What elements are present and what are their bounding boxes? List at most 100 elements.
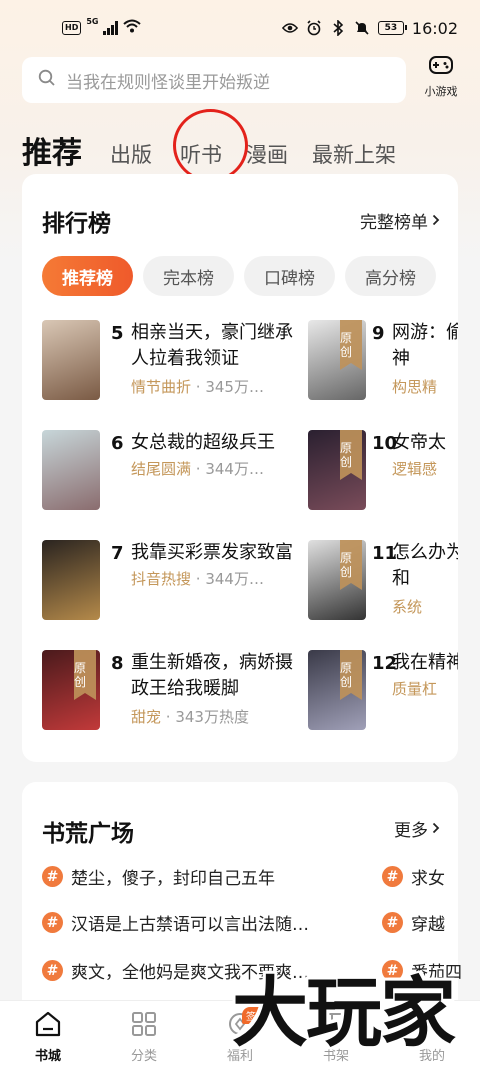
hashtag-icon: # — [42, 960, 63, 981]
book-title: 网游：偷窃神 — [392, 322, 458, 369]
ranking-list-right: 原创9网游：偷窃神构思精原创10女帝太逻辑感原创11怎么办为我和系统原创12我在… — [308, 320, 458, 760]
chevron-right-icon — [432, 819, 440, 839]
book-tag: 结尾圆满 — [131, 460, 192, 478]
full-ranking-label: 完整榜单 — [360, 213, 428, 233]
tab-new-release[interactable]: 最新上架 — [312, 139, 396, 172]
hashtag-icon: # — [382, 866, 403, 887]
book-meta: 结尾圆满 · 344万… — [131, 458, 264, 479]
ranking-book-item[interactable]: 原创 12 我在精神 质量杠 — [308, 650, 458, 760]
plaza-title: 书荒广场 — [42, 821, 134, 847]
original-badge: 原创 — [340, 430, 362, 480]
gamepad-icon — [428, 54, 454, 80]
mini-game-button[interactable]: 小游戏 — [418, 54, 464, 99]
book-meta: 抖音热搜 · 344万… — [131, 568, 264, 589]
tab-recommend[interactable]: 推荐 — [22, 128, 82, 172]
book-tag: 构思精 — [392, 378, 438, 396]
nav-category-label: 分类 — [130, 1049, 157, 1064]
book-cover-image: 原创 — [308, 320, 366, 400]
book-title: 女帝太 — [392, 432, 446, 453]
tab-comic[interactable]: 漫画 — [246, 139, 288, 172]
book-tag: 逻辑感 — [392, 460, 438, 478]
book-title: 相亲当天，豪门继承人拉着我领证 — [131, 322, 293, 369]
eye-icon — [281, 20, 298, 36]
ranking-book-item[interactable]: 原创 8 重生新婚夜，病娇摄政王给我暖脚甜宠 · 343万热度 — [42, 650, 307, 760]
ranking-book-item[interactable]: 6 女总裁的超级兵王 结尾圆满 · 344万… — [42, 430, 307, 540]
book-meta: 甜宠 · 343万热度 — [131, 706, 249, 727]
search-row: 当我在规则怪谈里开始叛逆 小游戏 — [22, 56, 462, 104]
search-placeholder: 当我在规则怪谈里开始叛逆 — [66, 72, 270, 93]
nav-category[interactable]: 分类 — [96, 1001, 192, 1067]
meta-separator: · — [161, 708, 176, 726]
ranking-book-item[interactable]: 原创11怎么办为我和系统 — [308, 540, 458, 650]
rank-number: 5 — [111, 323, 124, 344]
topic-label: 楚尘，傻子，封印自己五年 — [71, 869, 275, 889]
ranking-card: 排行榜 完整榜单 推荐榜 完本榜 口碑榜 高分榜 5 相亲当天，豪门继承人拉着我领… — [22, 174, 458, 762]
filter-high-score[interactable]: 高分榜 — [345, 256, 436, 296]
plaza-more-link[interactable]: 更多 — [394, 816, 440, 841]
network-type: 5G — [86, 17, 99, 26]
mini-game-label: 小游戏 — [424, 85, 458, 98]
alarm-icon — [306, 20, 322, 36]
ranking-book-item[interactable]: 原创 10 女帝太 逻辑感 — [308, 430, 458, 540]
filter-reputation[interactable]: 口碑榜 — [244, 256, 335, 296]
meta-separator: · — [191, 460, 206, 478]
ranking-list-left: 5 相亲当天，豪门继承人拉着我领证情节曲折 · 345万… 6 女总裁的超级兵王 结尾圆… — [42, 320, 307, 760]
nav-bookstore[interactable]: 书城 — [0, 1001, 96, 1067]
topic-item[interactable]: # 穿越 — [382, 910, 445, 935]
status-bar: HD 5G 53 16:02 — [0, 0, 480, 56]
book-tag: 质量杠 — [392, 680, 438, 698]
filter-completed[interactable]: 完本榜 — [143, 256, 234, 296]
hashtag-icon: # — [382, 912, 403, 933]
book-cover-image — [42, 540, 100, 620]
meta-separator: · — [191, 378, 206, 396]
ranking-filters: 推荐榜 完本榜 口碑榜 高分榜 — [42, 256, 436, 296]
topic-item[interactable]: # 汉语是上古禁语可以言出法随… — [42, 910, 309, 935]
book-heat: 343万热度 — [175, 708, 249, 726]
full-ranking-link[interactable]: 完整榜单 — [360, 208, 440, 233]
search-input[interactable]: 当我在规则怪谈里开始叛逆 — [22, 57, 406, 103]
book-meta: 构思精 — [392, 376, 458, 397]
filter-recommend[interactable]: 推荐榜 — [42, 256, 133, 296]
home-icon — [34, 1011, 62, 1041]
book-cover-image: 原创 — [308, 650, 366, 730]
book-title: 女总裁的超级兵王 — [131, 432, 275, 453]
book-meta: 情节曲折 · 345万… — [131, 376, 264, 397]
book-tag: 情节曲折 — [131, 378, 192, 396]
battery-icon: 53 — [377, 21, 407, 35]
book-meta: 质量杠 — [392, 678, 458, 699]
book-title: 重生新婚夜，病娇摄政王给我暖脚 — [131, 652, 293, 699]
ranking-title: 排行榜 — [42, 211, 111, 237]
nav-bookstore-label: 书城 — [34, 1049, 61, 1064]
book-cover-image: 原创 — [308, 540, 366, 620]
annotation-circle — [173, 109, 248, 182]
original-badge: 原创 — [340, 320, 362, 370]
book-title: 我靠买彩票发家致富 — [131, 542, 293, 563]
book-title: 怎么办为我和 — [392, 542, 458, 589]
ranking-book-item[interactable]: 5 相亲当天，豪门继承人拉着我领证情节曲折 · 345万… — [42, 320, 307, 430]
hashtag-icon: # — [42, 912, 63, 933]
book-cover-image: 原创 — [308, 430, 366, 510]
book-cover-image: 原创 — [42, 650, 100, 730]
topic-item[interactable]: # 求女 — [382, 864, 445, 889]
meta-separator: · — [191, 570, 206, 588]
rank-number: 8 — [111, 653, 124, 674]
watermark-logo: 大玩家 — [232, 968, 456, 1057]
hashtag-icon: # — [42, 866, 63, 887]
rank-number: 9 — [372, 323, 385, 344]
ranking-book-item[interactable]: 原创 9 网游：偷窃神构思精 — [308, 320, 458, 430]
book-meta: 逻辑感 — [392, 458, 458, 479]
tab-publish[interactable]: 出版 — [110, 139, 152, 172]
ranking-book-item[interactable]: 7 我靠买彩票发家致富 抖音热搜 · 344万… — [42, 540, 307, 650]
rank-number: 6 — [111, 433, 124, 454]
original-badge: 原创 — [74, 650, 96, 700]
bluetooth-icon — [330, 20, 346, 36]
plaza-more-label: 更多 — [394, 821, 428, 841]
search-icon — [38, 69, 56, 92]
wifi-icon — [123, 19, 141, 37]
book-cover-image — [42, 320, 100, 400]
signal-icon — [103, 21, 118, 35]
book-heat: 345万… — [205, 378, 264, 396]
clock: 16:02 — [411, 18, 458, 38]
book-cover-image — [42, 430, 100, 510]
topic-item[interactable]: # 楚尘，傻子，封印自己五年 — [42, 864, 275, 889]
